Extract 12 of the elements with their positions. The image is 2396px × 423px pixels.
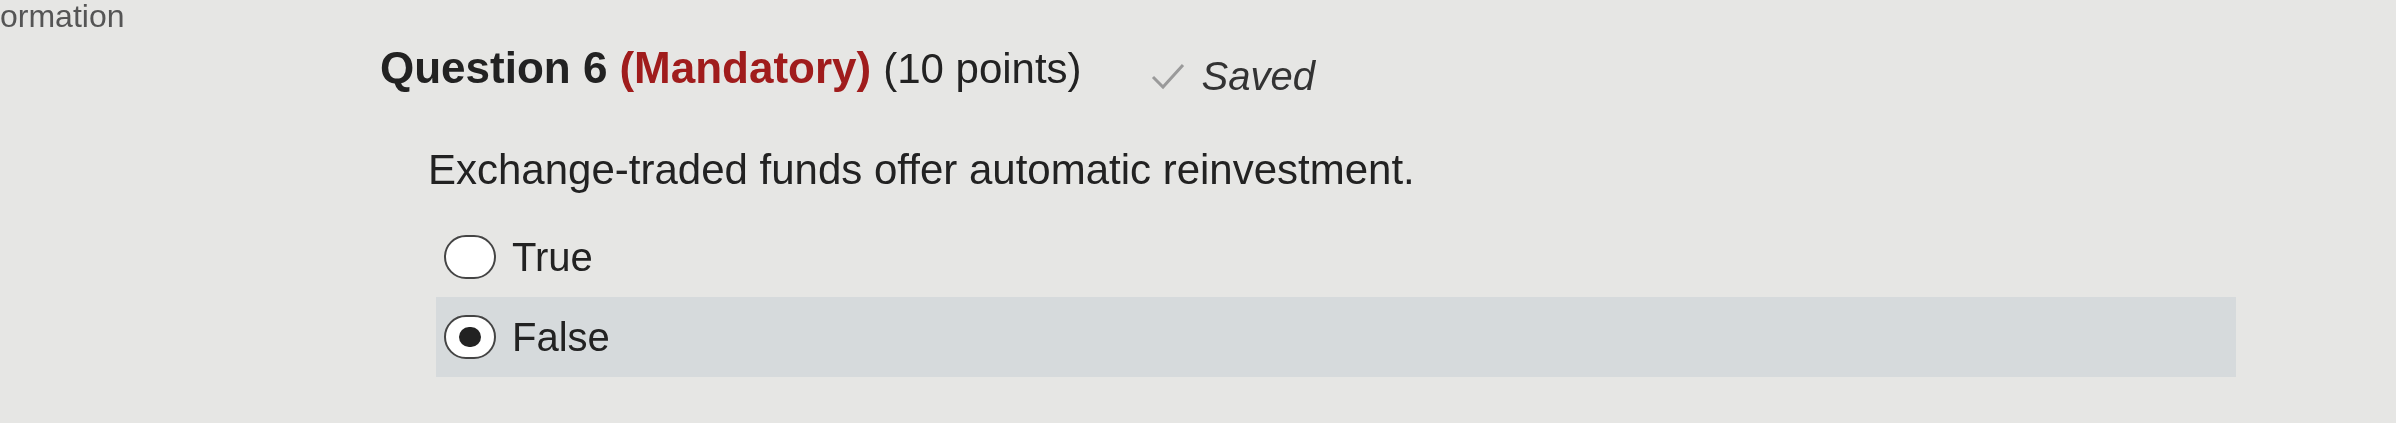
mandatory-label: (Mandatory) xyxy=(619,42,872,94)
question-text: Exchange-traded funds offer automatic reinvestment. xyxy=(428,145,1416,195)
answer-option[interactable]: True xyxy=(436,221,2236,293)
option-label: True xyxy=(512,234,593,281)
question-title: Question 6 xyxy=(380,42,608,94)
answer-option[interactable]: False xyxy=(436,297,2236,377)
option-label: False xyxy=(512,314,610,361)
points-label: (10 points) xyxy=(883,43,1082,94)
saved-status: Saved xyxy=(1201,53,1315,100)
radio-button[interactable] xyxy=(444,235,496,279)
sidebar-label: ormation xyxy=(0,0,125,32)
radio-button[interactable] xyxy=(444,315,496,359)
